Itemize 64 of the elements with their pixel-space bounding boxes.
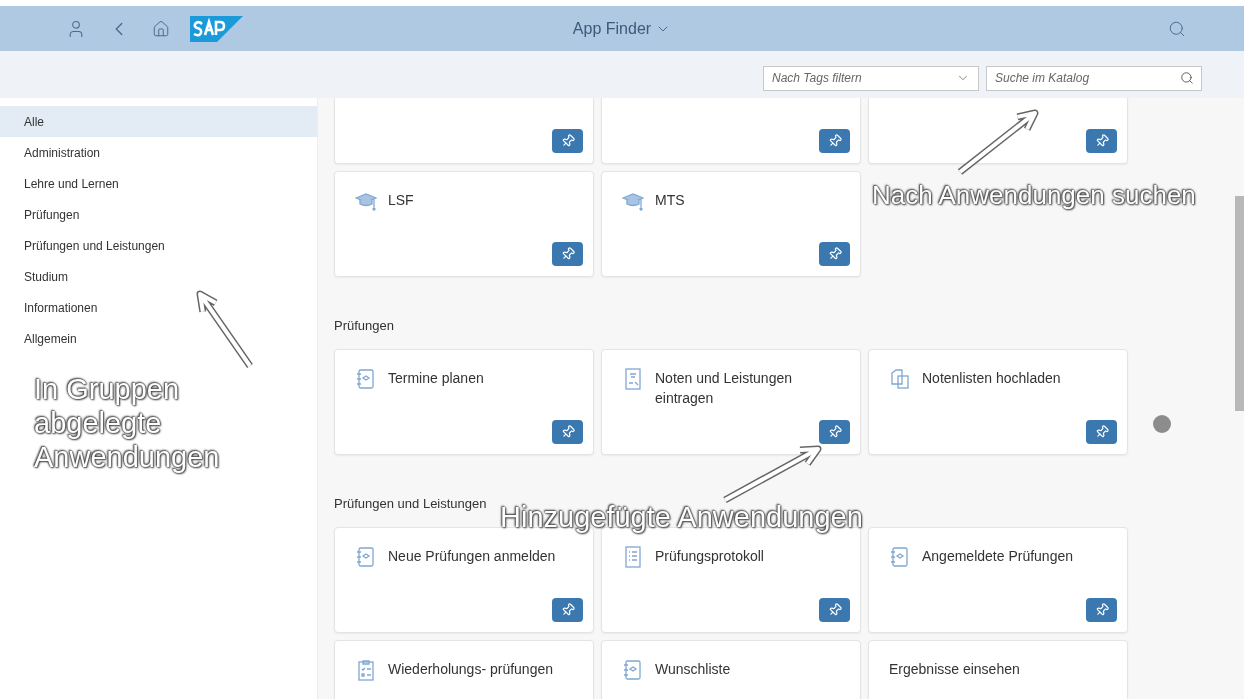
app-tile[interactable]: Notenlisten hochladen [868,349,1128,455]
app-tile[interactable] [334,98,594,164]
checklist-icon [355,659,377,681]
pin-button[interactable] [819,420,850,444]
home-icon[interactable] [152,19,170,38]
graduation-cap-icon [622,190,644,212]
sidebar-item[interactable]: Lehre und Lernen [0,168,317,199]
tile-title: Noten und Leistungen eintragen [655,369,793,408]
notebook-icon [622,659,644,681]
tile-title: Wiederholungs- prüfungen [388,660,553,679]
app-title-menu[interactable]: App Finder [572,16,672,41]
app-tile[interactable]: Noten und Leistungen eintragen [601,349,861,455]
notebook-icon [889,546,911,568]
pin-button[interactable] [1086,598,1117,622]
section-heading: Prüfungen [334,318,395,334]
tile-title: Neue Prüfungen anmelden [388,547,556,566]
tile-title: Wunschliste [655,660,731,679]
pin-button[interactable] [819,129,850,153]
app-tile[interactable]: Termine planen [334,349,594,455]
app-tile[interactable]: Ergebnisse einsehen [868,640,1128,699]
search-icon[interactable] [1168,19,1186,38]
section-heading: Prüfungen und Leistungen [334,496,488,512]
sidebar-item[interactable]: Alle [0,106,317,137]
tag-filter-dropdown[interactable]: Nach Tags filtern [763,65,979,91]
annotation-label: In Gruppen abgelegte Anwendungen [34,372,221,474]
tile-title: Angemeldete Prüfungen [922,547,1073,566]
sidebar-item[interactable]: Informationen [0,292,317,323]
documents-icon [889,368,911,390]
pin-button[interactable] [552,598,583,622]
pin-button[interactable] [552,129,583,153]
logo-icon[interactable] [190,15,243,42]
notebook-icon [355,546,377,568]
app-tile[interactable] [601,98,861,164]
sidebar-item[interactable]: Prüfungen und Leistungen [0,230,317,261]
pin-button[interactable] [552,242,583,266]
scrollbar-thumb[interactable] [1235,196,1244,411]
app-tile[interactable]: LSF [334,171,594,277]
catalog-search-field[interactable]: Suche im Katalog [986,65,1202,91]
sidebar-item[interactable]: Allgemein [0,323,317,354]
document-icon [622,368,644,390]
pin-button[interactable] [819,598,850,622]
sidebar-item[interactable]: Prüfungen [0,199,317,230]
tile-title: Termine planen [388,369,484,388]
tile-title: Ergebnisse einsehen [889,660,1020,679]
sidebar-item[interactable]: Administration [0,137,317,168]
pin-button[interactable] [819,242,850,266]
tile-title: LSF [388,191,414,210]
app-tile[interactable]: Wiederholungs- prüfungen [334,640,594,699]
app-tile[interactable]: Wunschliste [601,640,861,699]
graduation-cap-icon [355,190,377,212]
pin-button[interactable] [1086,420,1117,444]
annotation-label: Nach Anwendungen suchen [872,179,1196,212]
search-icon[interactable] [1180,70,1194,85]
pin-button[interactable] [1086,129,1117,153]
app-tile[interactable]: MTS [601,171,861,277]
pin-button[interactable] [552,420,583,444]
tile-title: Notenlisten hochladen [922,369,1061,388]
notebook-icon [355,368,377,390]
app-tile[interactable] [868,98,1128,164]
sidebar-item[interactable]: Studium [0,261,317,292]
list-icon [622,546,644,568]
tile-title: MTS [655,191,685,210]
tile-title: Prüfungsprotokoll [655,547,764,566]
app-tile[interactable]: Angemeldete Prüfungen [868,527,1128,633]
